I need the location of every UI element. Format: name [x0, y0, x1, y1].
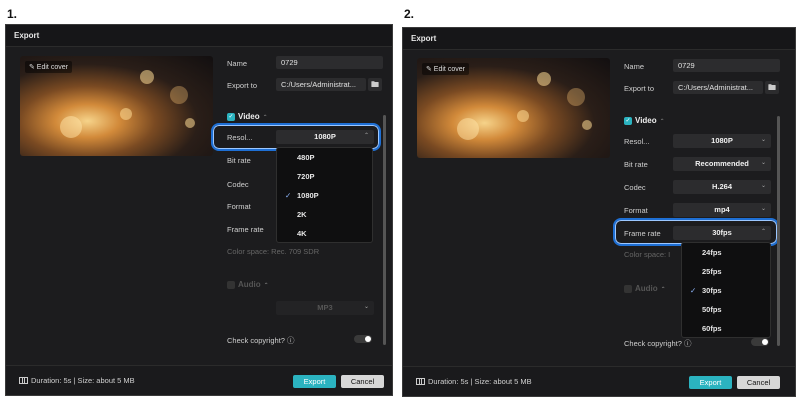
audio-section-title[interactable]: Audio ⌃: [635, 284, 666, 293]
chevron-down-icon: ⌄: [363, 304, 369, 310]
copyright-toggle[interactable]: [751, 338, 769, 346]
cancel-button[interactable]: Cancel: [737, 376, 780, 389]
name-label: Name: [624, 62, 645, 71]
framerate-option-60fps[interactable]: 60fps: [682, 319, 770, 338]
export-to-label: Export to: [624, 84, 655, 93]
checkmark-icon: ✓: [285, 191, 292, 200]
chevron-down-icon: ⌄: [760, 183, 766, 189]
scrollbar[interactable]: [383, 115, 386, 345]
duration-size-info: Duration: 5s | Size: about 5 MB: [416, 377, 532, 386]
export-to-label: Export to: [227, 81, 258, 90]
cancel-button[interactable]: Cancel: [341, 375, 384, 388]
resolution-option-480p[interactable]: 480P: [277, 148, 372, 167]
cover-preview[interactable]: ✎ Edit cover: [20, 56, 213, 156]
export-dialog-2: Export ✎ Edit cover Name 0729 Export to …: [402, 27, 796, 397]
video-checkbox[interactable]: ✓: [227, 113, 235, 121]
chevron-down-icon: ⌄: [760, 206, 766, 212]
check-copyright-label: Check copyright? ⓘ: [624, 339, 692, 348]
chevron-down-icon: ⌄: [760, 160, 766, 166]
framerate-option-25fps[interactable]: 25fps: [682, 262, 770, 281]
codec-select[interactable]: H.264 ⌄: [673, 180, 771, 194]
name-input[interactable]: 0729: [276, 56, 383, 69]
step-label-1: 1.: [7, 7, 18, 21]
audio-checkbox[interactable]: [227, 281, 235, 289]
format-select[interactable]: mp4 ⌄: [673, 203, 771, 217]
film-icon: [416, 378, 425, 385]
duration-size-info: Duration: 5s | Size: about 5 MB: [19, 376, 135, 385]
video-section-title[interactable]: Video ⌃: [238, 112, 268, 121]
checkmark-icon: ✓: [690, 286, 697, 295]
resolution-option-1080p[interactable]: ✓ 1080P: [277, 186, 372, 205]
audio-format-select[interactable]: MP3 ⌄: [276, 301, 374, 315]
dialog-title: Export: [403, 28, 795, 50]
film-icon: [19, 377, 28, 384]
resolution-option-4k[interactable]: 4K: [277, 224, 372, 243]
chevron-down-icon: ⌄: [760, 137, 766, 143]
dialog-title: Export: [6, 25, 392, 47]
video-section-title[interactable]: Video ⌃: [635, 116, 665, 125]
audio-section-title[interactable]: Audio ⌃: [238, 280, 269, 289]
resolution-label: Resol...: [624, 137, 650, 146]
name-input[interactable]: 0729: [673, 59, 780, 72]
name-label: Name: [227, 59, 248, 68]
bitrate-select[interactable]: Recommended ⌄: [673, 157, 771, 171]
copyright-toggle[interactable]: [354, 335, 372, 343]
resolution-dropdown: 480P 720P ✓ 1080P 2K 4K: [276, 147, 373, 243]
video-checkbox[interactable]: ✓: [624, 117, 632, 125]
export-path-input[interactable]: C:/Users/Administrat...: [673, 81, 763, 94]
step-label-2: 2.: [404, 7, 415, 21]
color-space-label: Color space: I: [624, 250, 671, 259]
edit-cover-button[interactable]: ✎ Edit cover: [422, 63, 469, 75]
bitrate-label: Bit rate: [227, 156, 251, 165]
framerate-option-50fps[interactable]: 50fps: [682, 300, 770, 319]
folder-icon[interactable]: 🖿: [368, 78, 382, 91]
resolution-option-2k[interactable]: 2K: [277, 205, 372, 224]
dialog-footer: Duration: 5s | Size: about 5 MB Export C…: [6, 365, 392, 395]
cover-preview[interactable]: ✎ Edit cover: [417, 58, 610, 158]
framerate-label: Frame rate: [227, 225, 264, 234]
export-dialog-1: Export ✎ Edit cover Name 0729 Export to …: [5, 24, 393, 396]
export-button[interactable]: Export: [293, 375, 336, 388]
audio-checkbox[interactable]: [624, 285, 632, 293]
scrollbar[interactable]: [777, 116, 780, 346]
export-button[interactable]: Export: [689, 376, 732, 389]
dialog-footer: Duration: 5s | Size: about 5 MB Export C…: [403, 366, 795, 396]
export-path-input[interactable]: C:/Users/Administrat...: [276, 78, 366, 91]
bitrate-label: Bit rate: [624, 160, 648, 169]
edit-cover-button[interactable]: ✎ Edit cover: [25, 61, 72, 73]
resolution-select[interactable]: 1080P ⌄: [673, 134, 771, 148]
resolution-option-720p[interactable]: 720P: [277, 167, 372, 186]
format-label: Format: [624, 206, 648, 215]
framerate-dropdown: 24fps 25fps ✓ 30fps 50fps 60fps: [681, 242, 771, 338]
color-space-label: Color space: Rec. 709 SDR: [227, 247, 320, 256]
codec-label: Codec: [624, 183, 646, 192]
folder-icon[interactable]: 🖿: [765, 81, 779, 94]
codec-label: Codec: [227, 180, 249, 189]
check-copyright-label: Check copyright? ⓘ: [227, 336, 295, 345]
format-label: Format: [227, 202, 251, 211]
framerate-option-30fps[interactable]: ✓ 30fps: [682, 281, 770, 300]
framerate-option-24fps[interactable]: 24fps: [682, 243, 770, 262]
